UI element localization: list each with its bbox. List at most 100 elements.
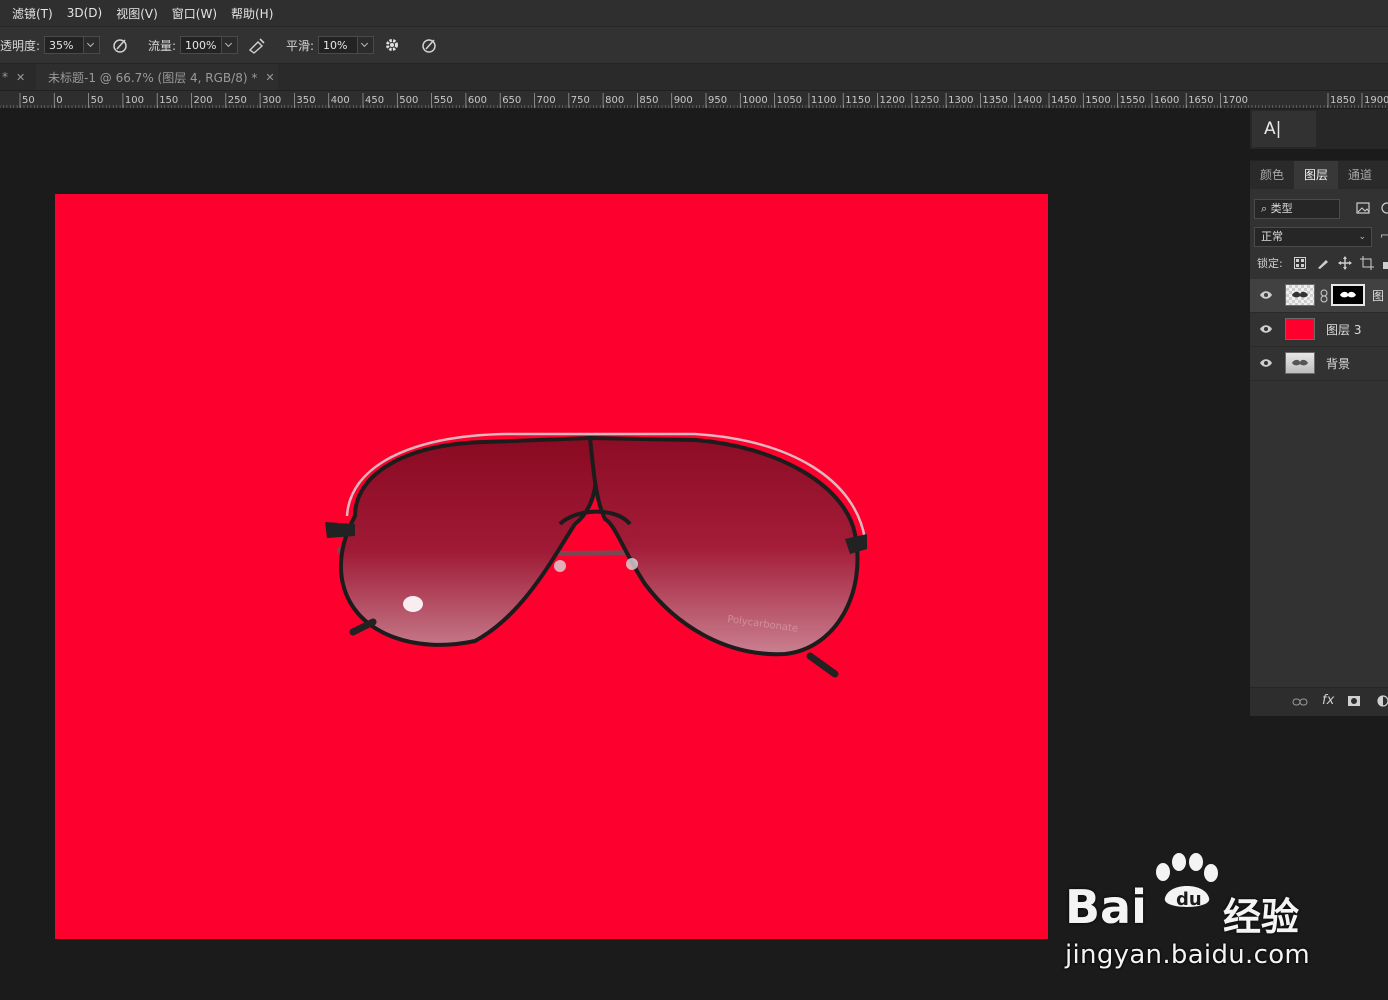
- blend-mode-row: 正常 ⌄ ⌐: [1250, 225, 1388, 249]
- layer-row-mask[interactable]: 图: [1250, 279, 1388, 313]
- ruler-label: 1150: [845, 95, 870, 106]
- eye-icon[interactable]: [1259, 324, 1273, 334]
- ruler-label: 1400: [1017, 95, 1042, 106]
- tab-color[interactable]: 颜色: [1250, 161, 1294, 189]
- ruler-label: 1450: [1051, 95, 1076, 106]
- ruler-label: 1050: [777, 95, 802, 106]
- lock-row: 锁定:: [1250, 253, 1388, 275]
- layer-filter-select[interactable]: ⌕ 类型: [1254, 199, 1340, 219]
- pressure-opacity-icon[interactable]: [111, 36, 129, 54]
- panel-tabs: 颜色 图层 通道: [1250, 161, 1388, 189]
- doc-tab-previous[interactable]: * ✕: [2, 64, 25, 90]
- adjustment-filter-icon[interactable]: [1380, 202, 1388, 214]
- adjustment-layer-icon[interactable]: [1376, 695, 1388, 707]
- sunglasses-image: Polycarbonate: [325, 432, 867, 678]
- layer-mask-thumbnail[interactable]: [1331, 284, 1365, 306]
- ruler-label: 300: [262, 95, 281, 106]
- document-tab-bar: * ✕ 未标题-1 @ 66.7% (图层 4, RGB/8) * ✕: [0, 64, 1388, 91]
- ruler-label: 650: [502, 95, 521, 106]
- doc-tab-active[interactable]: 未标题-1 @ 66.7% (图层 4, RGB/8) * ✕: [36, 64, 278, 90]
- menu-3d[interactable]: 3D(D): [60, 6, 109, 20]
- ruler-label: 400: [331, 95, 350, 106]
- layer-thumbnail[interactable]: [1285, 352, 1315, 374]
- tab-channels[interactable]: 通道: [1338, 161, 1382, 189]
- ruler-label: 1700: [1223, 95, 1248, 106]
- lock-artboard-icon[interactable]: [1360, 256, 1374, 270]
- opacity-dropdown[interactable]: [84, 36, 101, 54]
- airbrush-icon[interactable]: [248, 36, 266, 54]
- smooth-input[interactable]: 10%: [318, 36, 359, 54]
- menu-window[interactable]: 窗口(W): [165, 5, 224, 22]
- flow-input[interactable]: 100%: [180, 36, 223, 54]
- layer-row-red-fill[interactable]: 图层 3: [1250, 313, 1388, 347]
- lock-transparency-icon[interactable]: [1294, 257, 1306, 269]
- mask-link-icon[interactable]: [1320, 289, 1328, 303]
- tool-options-bar: 透明度: 35% 流量: 100% 平滑: 10%: [0, 27, 1388, 64]
- ruler-label: 1850: [1330, 95, 1355, 106]
- search-icon: ⌕: [1261, 202, 1268, 215]
- opacity-label-truncated: ⌐: [1380, 229, 1388, 242]
- ruler-label: 1300: [948, 95, 973, 106]
- ruler-label: 1600: [1154, 95, 1179, 106]
- close-icon[interactable]: ✕: [265, 71, 274, 84]
- opacity-label: 透明度:: [0, 38, 41, 53]
- flow-control: 流量: 100%: [148, 27, 239, 63]
- smooth-label: 平滑:: [286, 38, 315, 53]
- ruler-label: 1100: [811, 95, 836, 106]
- ruler-label: 50: [22, 95, 35, 106]
- ruler-label: 1350: [982, 95, 1007, 106]
- layers-panel-footer: fx: [1250, 687, 1388, 716]
- eye-icon[interactable]: [1259, 358, 1273, 368]
- mask-shape-icon: [1340, 291, 1356, 298]
- opacity-control: 透明度: 35%: [0, 27, 101, 63]
- layer-thumbnail[interactable]: [1285, 284, 1315, 306]
- layer-name-background: 背景: [1326, 357, 1351, 371]
- ruler-label: 850: [639, 95, 658, 106]
- watermark-url: jingyan.baidu.com: [1065, 940, 1311, 970]
- opacity-input[interactable]: 35%: [44, 36, 85, 54]
- ruler-label: 1500: [1085, 95, 1110, 106]
- close-icon[interactable]: ✕: [16, 71, 25, 84]
- ruler-label: 800: [605, 95, 624, 106]
- ruler-label: 900: [674, 95, 693, 106]
- character-panel-button[interactable]: A|: [1252, 111, 1316, 147]
- ruler-label: 100: [125, 95, 144, 106]
- add-mask-icon[interactable]: [1347, 695, 1361, 707]
- layer-filter-row: ⌕ 类型: [1250, 197, 1388, 221]
- layers-panel: 颜色 图层 通道 ⌕ 类型 正常 ⌄ ⌐ 锁定: 图 图层 3 背景 fx: [1250, 160, 1388, 716]
- flow-label: 流量:: [148, 38, 177, 53]
- blend-mode-select[interactable]: 正常 ⌄: [1254, 227, 1372, 247]
- watermark-brand: Bai: [1065, 880, 1147, 934]
- ruler-label: 50: [91, 95, 104, 106]
- menu-bar: 滤镜(T) 3D(D) 视图(V) 窗口(W) 帮助(H): [0, 0, 1388, 27]
- layer-thumbnail[interactable]: [1285, 318, 1315, 340]
- ruler-label: 600: [468, 95, 487, 106]
- eye-icon[interactable]: [1259, 290, 1273, 300]
- ruler-label: 750: [571, 95, 590, 106]
- ruler-label: 950: [708, 95, 727, 106]
- menu-filter[interactable]: 滤镜(T): [0, 5, 60, 22]
- lock-pixels-icon[interactable]: [1316, 256, 1330, 270]
- horizontal-ruler[interactable]: 50 0 50 100 150 200 250 300 350 400 450 500 550 600 65…: [0, 91, 1388, 109]
- layer-filter-label: 类型: [1270, 202, 1293, 215]
- lock-label: 锁定:: [1257, 257, 1283, 270]
- pressure-size-icon[interactable]: [420, 36, 438, 54]
- link-layers-icon[interactable]: [1292, 697, 1308, 707]
- layer-row-background[interactable]: 背景: [1250, 347, 1388, 381]
- ruler-label: 1900: [1364, 95, 1388, 106]
- document-canvas[interactable]: Polycarbonate: [55, 194, 1048, 939]
- menu-view[interactable]: 视图(V): [109, 5, 165, 22]
- menu-help[interactable]: 帮助(H): [224, 5, 280, 22]
- image-filter-icon[interactable]: [1356, 202, 1370, 214]
- layer-style-fx-button[interactable]: fx: [1322, 693, 1334, 708]
- lock-all-icon[interactable]: [1382, 256, 1388, 270]
- lock-position-icon[interactable]: [1338, 256, 1352, 270]
- smooth-dropdown[interactable]: [358, 36, 375, 54]
- ruler-label: 1650: [1188, 95, 1213, 106]
- gear-icon[interactable]: [383, 36, 401, 54]
- sunglasses-thumbnail-icon: [1292, 291, 1308, 298]
- ruler-label: 0: [56, 95, 62, 106]
- flow-dropdown[interactable]: [222, 36, 239, 54]
- ruler-label: 450: [365, 95, 384, 106]
- tab-layers[interactable]: 图层: [1294, 161, 1339, 189]
